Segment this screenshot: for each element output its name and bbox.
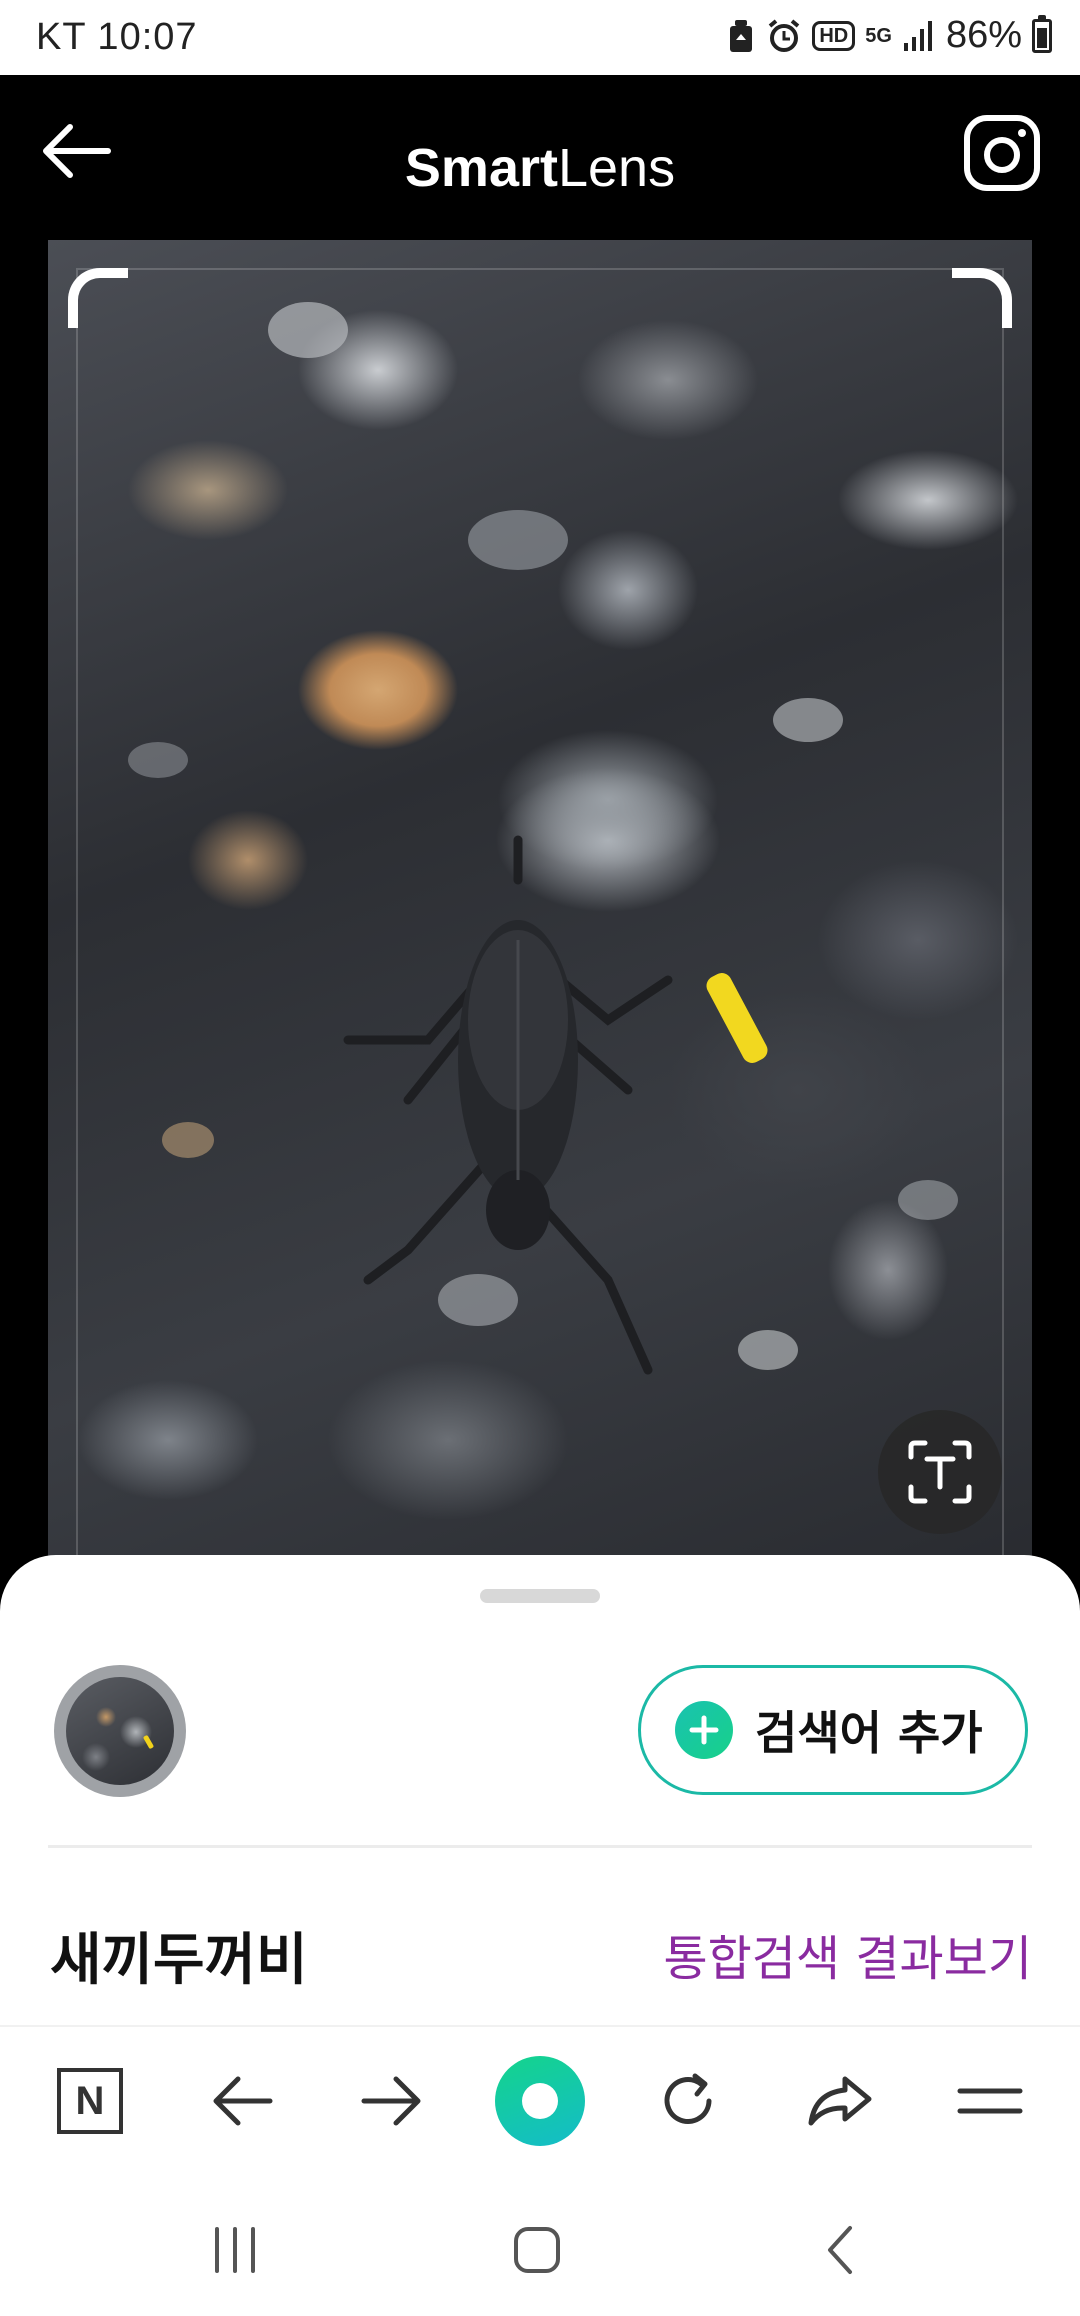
naver-home-button[interactable]: N — [40, 2051, 140, 2151]
lens-photo — [48, 240, 1032, 1570]
result-title[interactable]: 새끼두꺼비 — [50, 1915, 308, 1996]
plus-icon — [675, 1701, 733, 1759]
system-nav-bar — [0, 2175, 1080, 2316]
integrated-search-link[interactable]: 통합검색 결과보기 — [663, 1919, 1032, 1989]
refresh-icon — [664, 2073, 712, 2124]
sheet-drag-handle[interactable] — [480, 1589, 600, 1603]
text-recognition-button[interactable] — [878, 1410, 1002, 1534]
status-bar: KT 10:07 HD 5G 86% — [0, 0, 1080, 75]
menu-button[interactable] — [940, 2051, 1040, 2151]
nav-forward-button[interactable] — [342, 2051, 442, 2151]
home-button[interactable] — [497, 2215, 577, 2285]
smart-lens-button[interactable] — [490, 2051, 590, 2151]
arrow-left-icon — [213, 2076, 273, 2126]
hamburger-menu-icon — [957, 2088, 1023, 2114]
status-icons: HD 5G 86% — [726, 14, 1052, 57]
share-button[interactable] — [790, 2051, 890, 2151]
recent-apps-icon — [215, 2227, 255, 2273]
add-keyword-label: 검색어 추가 — [755, 1706, 983, 1760]
query-thumbnail[interactable] — [54, 1665, 186, 1797]
text-scan-icon — [908, 1440, 972, 1504]
camera-icon — [964, 115, 1040, 191]
crop-handle-top-left[interactable] — [68, 268, 128, 328]
recent-apps-button[interactable] — [195, 2215, 275, 2285]
alarm-icon — [766, 15, 802, 57]
hd-voice-icon: HD — [812, 20, 856, 51]
green-dot-icon — [495, 2056, 585, 2146]
browser-toolbar: N — [0, 2025, 1080, 2175]
carrier-time: KT 10:07 — [36, 16, 198, 58]
refresh-button[interactable] — [638, 2051, 738, 2151]
thumbnail-image — [66, 1677, 174, 1785]
app-header: SmartLens — [0, 75, 1080, 240]
signal-icon — [902, 15, 936, 57]
page-title: SmartLens — [404, 138, 676, 198]
result-sheet: 검색어 추가 새끼두꺼비 통합검색 결과보기 — [0, 1555, 1080, 2025]
crop-handle-top-right[interactable] — [952, 268, 1012, 328]
5g-icon: 5G — [865, 24, 892, 47]
camera-button[interactable] — [962, 113, 1042, 193]
crop-frame[interactable] — [76, 268, 1004, 1570]
system-back-button[interactable] — [800, 2215, 880, 2285]
arrow-right-icon — [361, 2076, 421, 2126]
home-icon — [514, 2227, 560, 2273]
divider — [48, 1845, 1032, 1848]
battery-icon — [1032, 14, 1052, 53]
battery-percent: 86% — [945, 14, 1022, 56]
add-keyword-button[interactable]: 검색어 추가 — [638, 1665, 1028, 1795]
chevron-left-icon — [828, 2226, 852, 2274]
naver-n-icon: N — [57, 2068, 123, 2134]
nav-back-button[interactable] — [192, 2051, 292, 2151]
recycle-bin-icon — [726, 15, 756, 57]
share-icon — [808, 2076, 872, 2126]
